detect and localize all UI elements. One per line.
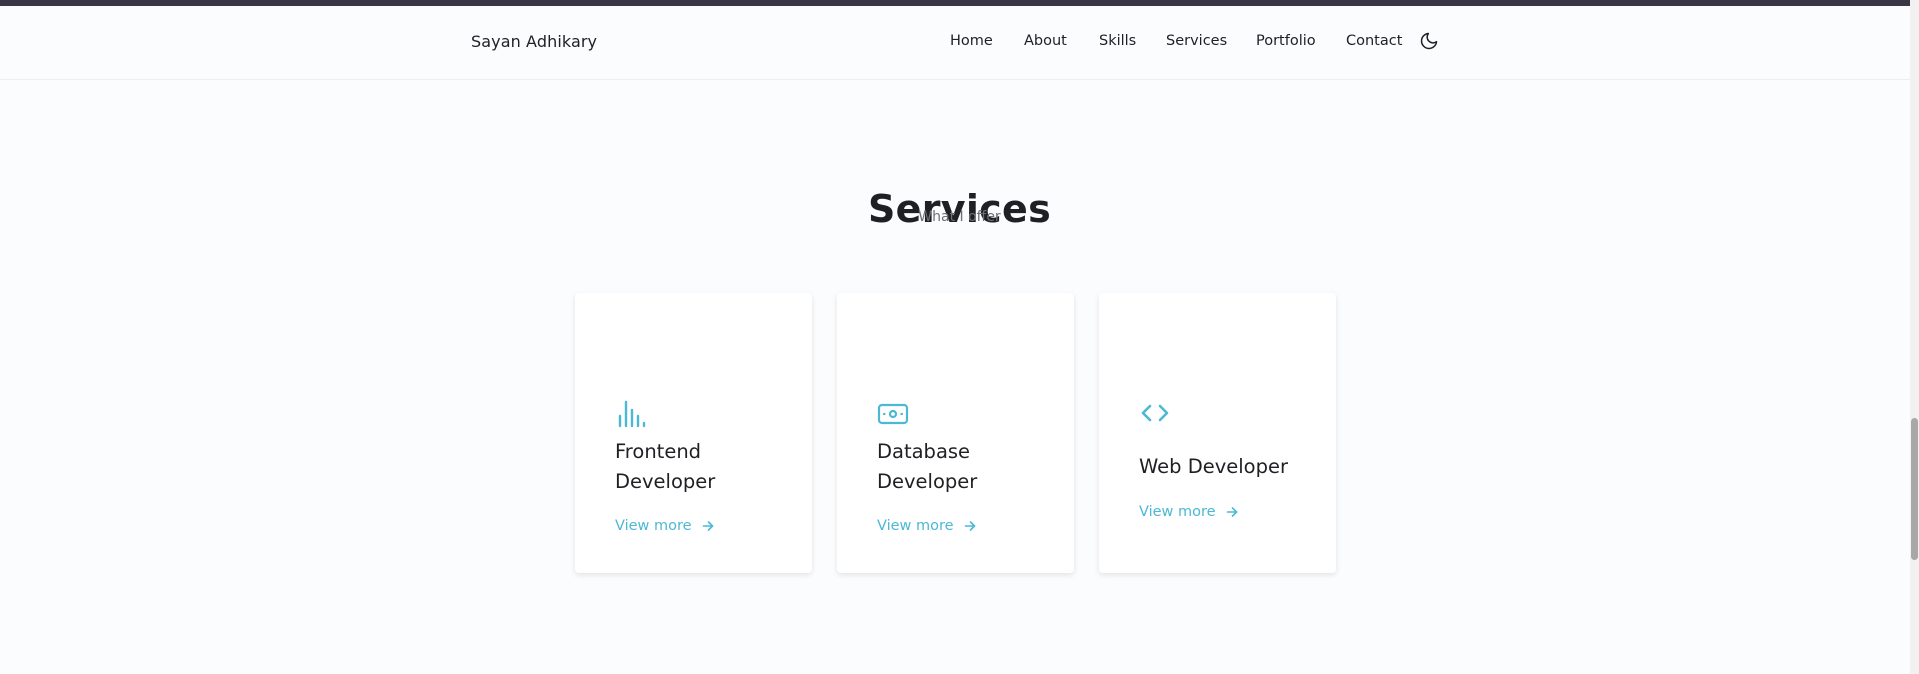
service-card-title: Database Developer [877, 440, 978, 493]
nav-contact[interactable]: Contact [1346, 33, 1402, 49]
section-subtitle: What I offer [918, 209, 1001, 225]
code-icon [1139, 397, 1171, 429]
service-card-title: Web Developer [1139, 455, 1289, 478]
arrow-right-icon [1226, 507, 1237, 517]
nav-home[interactable]: Home [950, 33, 993, 49]
brand-logo[interactable]: Sayan Adhikary [471, 32, 597, 51]
bar-chart-icon [615, 397, 647, 429]
money-bill-icon [877, 397, 909, 429]
view-more-link[interactable]: View more [1139, 504, 1238, 520]
nav-services[interactable]: Services [1166, 33, 1227, 49]
scrollbar-track[interactable] [1910, 0, 1919, 674]
service-card-web: Web Developer View more [1099, 293, 1336, 573]
service-card-frontend: Frontend Developer View more [575, 293, 812, 573]
service-card-database: Database Developer View more [837, 293, 1074, 573]
scrollbar-thumb[interactable] [1911, 418, 1918, 560]
view-more-label: View more [615, 518, 692, 534]
view-more-label: View more [877, 518, 954, 534]
view-more-link[interactable]: View more [877, 518, 976, 534]
arrow-right-icon [964, 521, 975, 531]
nav-portfolio[interactable]: Portfolio [1256, 33, 1316, 49]
view-more-label: View more [1139, 504, 1216, 520]
moon-icon[interactable] [1419, 31, 1439, 51]
view-more-link[interactable]: View more [615, 518, 714, 534]
arrow-right-icon [702, 521, 713, 531]
nav-about[interactable]: About [1024, 33, 1067, 49]
service-card-title: Frontend Developer [615, 440, 716, 493]
header: Sayan Adhikary Home About Skills Service… [0, 6, 1919, 80]
nav-skills[interactable]: Skills [1099, 33, 1136, 49]
